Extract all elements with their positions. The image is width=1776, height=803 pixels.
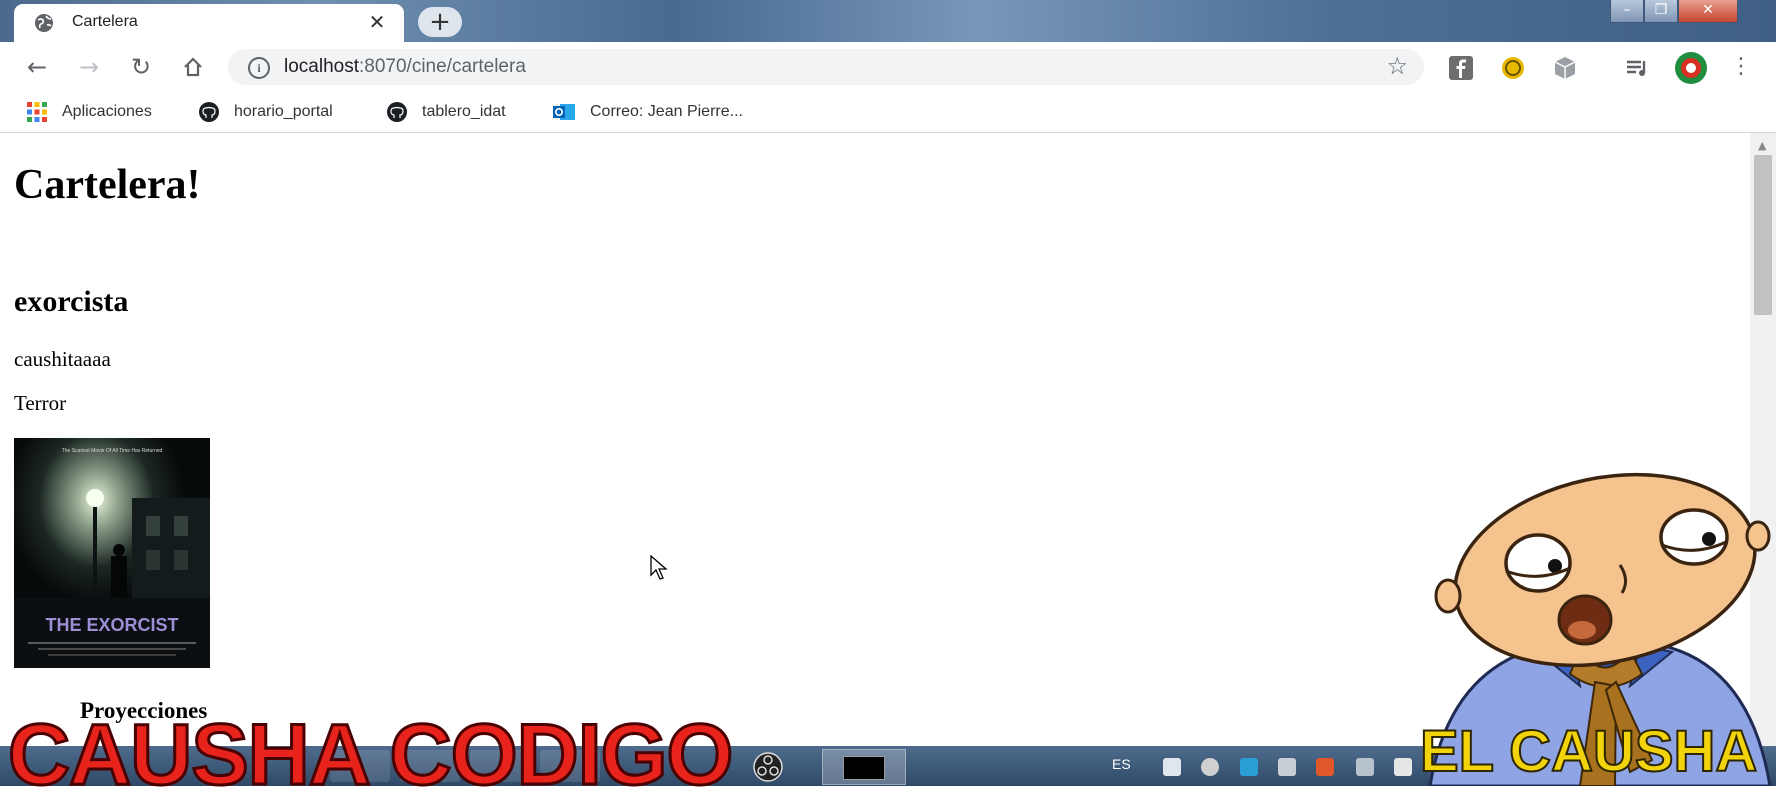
close-tab-icon[interactable]: ✕ <box>366 10 388 34</box>
minimize-button[interactable]: – <box>1610 0 1644 23</box>
url-text[interactable]: localhost:8070/cine/cartelera <box>284 56 526 78</box>
language-indicator[interactable]: ES <box>1112 756 1131 772</box>
bookmark-tablero-idat[interactable]: tablero_idat <box>386 100 506 124</box>
extension-cube-icon[interactable] <box>1552 55 1578 81</box>
avatar[interactable] <box>1674 51 1708 85</box>
bookmark-label: tablero_idat <box>422 103 506 120</box>
poster-tagline: The Scariest Movie Of All Time Has Retur… <box>62 448 163 454</box>
tray-app-icon[interactable] <box>1240 758 1258 776</box>
facebook-icon[interactable] <box>1448 55 1474 81</box>
bookmarks-bar: Aplicaciones horario_portal tablero_idat… <box>0 92 1776 133</box>
movie-description: caushitaaaa <box>14 347 111 371</box>
page-title: Cartelera! <box>14 162 201 208</box>
mouse-cursor-icon <box>650 555 668 580</box>
apps-grid-icon <box>27 101 47 122</box>
bookmark-aplicaciones[interactable]: Aplicaciones <box>26 100 152 124</box>
tray-app-icon[interactable] <box>1163 758 1181 776</box>
tray-app-icon[interactable] <box>1316 758 1334 776</box>
new-tab-button[interactable]: + <box>418 7 462 37</box>
bookmark-label: Correo: Jean Pierre... <box>590 103 743 120</box>
terminal-taskbar-item[interactable] <box>822 749 906 785</box>
media-queue-icon[interactable] <box>1624 55 1650 81</box>
scroll-up-arrow-icon[interactable]: ▲ <box>1758 139 1766 152</box>
poster-title: THE EXORCIST <box>45 615 178 635</box>
scrollbar-thumb[interactable] <box>1754 155 1772 315</box>
movie-poster: The Scariest Movie Of All Time Has Retur… <box>14 438 210 668</box>
close-window-button[interactable]: ✕ <box>1678 0 1738 23</box>
tray-app-icon[interactable] <box>1394 758 1412 776</box>
movie-genre: Terror <box>14 391 67 415</box>
bookmark-label: Aplicaciones <box>62 103 152 120</box>
watermark-text: CAUSHA CODIGO <box>6 707 734 803</box>
browser-toolbar: ← → ↻ i localhost:8070/cine/cartelera ☆ … <box>0 42 1776 92</box>
menu-kebab-icon[interactable]: ⋮ <box>1724 50 1758 84</box>
volume-icon[interactable] <box>1278 758 1296 776</box>
bookmark-correo[interactable]: Correo: Jean Pierre... <box>552 100 743 124</box>
globe-icon <box>35 14 53 32</box>
tab-title: Cartelera <box>72 13 138 30</box>
maximize-button[interactable]: ❐ <box>1644 0 1678 23</box>
terminal-icon <box>843 756 885 780</box>
obs-icon[interactable] <box>752 751 784 783</box>
address-bar[interactable]: i localhost:8070/cine/cartelera ☆ <box>228 49 1424 85</box>
extension-coin-icon[interactable] <box>1500 55 1526 81</box>
bookmark-star-icon[interactable]: ☆ <box>1386 52 1408 80</box>
info-icon[interactable]: i <box>248 57 270 79</box>
browser-tab[interactable]: Cartelera ✕ <box>14 4 404 42</box>
forward-arrow-icon[interactable]: → <box>72 50 106 84</box>
movie-title: exorcista <box>14 285 129 318</box>
network-icon[interactable] <box>1356 758 1374 776</box>
back-arrow-icon[interactable]: ← <box>20 50 54 84</box>
github-icon <box>199 101 219 122</box>
github-icon <box>387 101 407 122</box>
reload-icon[interactable]: ↻ <box>124 50 158 84</box>
mascot-label: EL CAUSHA <box>1419 719 1758 784</box>
bookmark-label: horario_portal <box>234 103 333 120</box>
tray-app-icon[interactable] <box>1201 758 1219 776</box>
home-icon[interactable] <box>176 50 210 84</box>
title-bar: Cartelera ✕ + – ❐ ✕ <box>0 0 1776 42</box>
outlook-icon <box>553 103 575 120</box>
bookmark-horario-portal[interactable]: horario_portal <box>198 100 333 124</box>
